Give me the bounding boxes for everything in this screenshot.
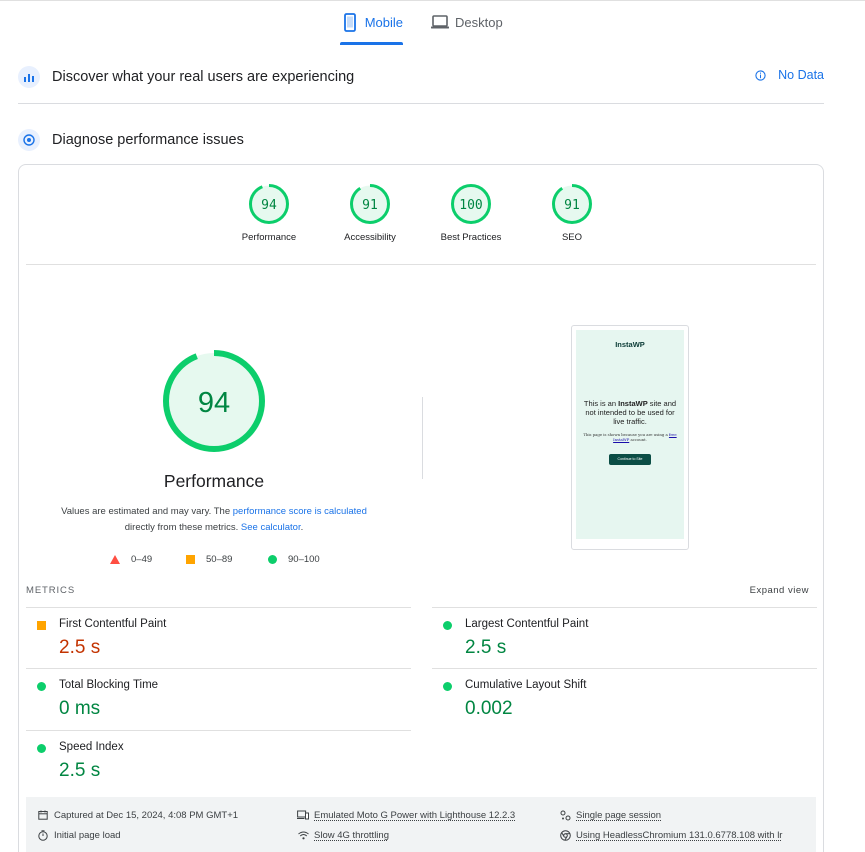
- performance-score-value: 94: [198, 387, 230, 419]
- square-icon: [186, 555, 195, 564]
- score-calculated-link[interactable]: performance score is calculated: [233, 506, 367, 517]
- good-circle-icon: [37, 682, 46, 691]
- legend-average: 50–89: [186, 554, 232, 565]
- vertical-separator: [422, 397, 423, 479]
- performance-title: Performance: [163, 471, 265, 491]
- device-tabs: Mobile Desktop: [0, 0, 865, 46]
- metric-tbt: Total Blocking Time 0 ms: [26, 668, 411, 730]
- legend-poor: 0–49: [110, 554, 152, 565]
- good-circle-icon: [443, 682, 452, 691]
- no-data-status[interactable]: No Data: [755, 68, 824, 82]
- screenshot-content: InstaWP This is an InstaWP site and not …: [576, 330, 684, 539]
- expand-view-toggle[interactable]: Expand view: [750, 585, 809, 596]
- good-circle-icon: [443, 621, 452, 630]
- gauge-best-practices[interactable]: 100 Best Practices: [426, 183, 516, 243]
- gauge-label: Performance: [241, 232, 297, 243]
- metric-label: Cumulative Layout Shift: [465, 679, 587, 691]
- section-divider: [18, 103, 824, 104]
- metric-value: 0.002: [465, 698, 513, 719]
- chrome-icon: [559, 829, 571, 841]
- performance-description: Values are estimated and may vary. The p…: [61, 506, 367, 533]
- gauge-label: Accessibility: [344, 232, 396, 243]
- metric-label: Speed Index: [59, 741, 124, 753]
- triangle-icon: [110, 555, 120, 564]
- metric-label: First Contentful Paint: [59, 618, 167, 630]
- info-icon: [755, 69, 766, 81]
- score-ring: 91: [350, 184, 390, 224]
- smartphone-icon: [340, 12, 360, 32]
- score-value: 91: [564, 198, 580, 213]
- gauge-seo[interactable]: 91 SEO: [527, 183, 617, 243]
- gauges-divider: [26, 264, 816, 265]
- gauge-label: SEO: [561, 232, 583, 243]
- continue-to-site-button: Continue to Site: [609, 454, 651, 465]
- see-calculator-link[interactable]: See calculator: [241, 522, 301, 533]
- metric-fcp: First Contentful Paint 2.5 s: [26, 607, 411, 669]
- metric-value: 2.5 s: [465, 637, 507, 658]
- wifi-icon: [297, 829, 309, 841]
- legend-good: 90–100: [268, 554, 320, 565]
- tab-mobile-label: Mobile: [364, 15, 403, 30]
- metric-lcp: Largest Contentful Paint 2.5 s: [432, 607, 817, 669]
- devices-icon: [297, 809, 309, 821]
- diagnose-section-title: Diagnose performance issues: [52, 132, 244, 148]
- metrics-header: METRICS: [26, 585, 76, 596]
- calendar-icon: [37, 809, 49, 821]
- page-session[interactable]: Single page session: [559, 809, 661, 821]
- score-ring: 100: [451, 184, 491, 224]
- metric-value: 2.5 s: [59, 637, 101, 658]
- metric-value: 2.5 s: [59, 760, 101, 781]
- circle-icon: [268, 555, 277, 564]
- tab-desktop[interactable]: Desktop: [430, 12, 510, 46]
- gauge-accessibility[interactable]: 91 Accessibility: [325, 183, 415, 243]
- metric-speed-index: Speed Index 2.5 s: [26, 730, 411, 792]
- score-ring: 91: [552, 184, 592, 224]
- diagnose-icon: [18, 129, 40, 151]
- score-value: 94: [261, 198, 277, 213]
- lighthouse-report-card: 94 Performance 91 Accessibility 100 Best…: [18, 164, 824, 852]
- tab-desktop-label: Desktop: [455, 15, 503, 30]
- metric-label: Total Blocking Time: [59, 679, 159, 691]
- crux-section-header[interactable]: Discover what your real users are experi…: [18, 64, 824, 90]
- gauge-label: Best Practices: [440, 232, 502, 243]
- network-throttling[interactable]: Slow 4G throttling: [297, 829, 389, 841]
- metric-value: 0 ms: [59, 698, 101, 719]
- timer-icon: [37, 829, 49, 841]
- users-chart-icon: [18, 66, 40, 88]
- crux-section-title: Discover what your real users are experi…: [52, 69, 355, 85]
- gauge-performance[interactable]: 94 Performance: [224, 183, 314, 243]
- tab-mobile[interactable]: Mobile: [340, 12, 403, 46]
- score-value: 91: [362, 198, 378, 213]
- metric-label: Largest Contentful Paint: [465, 618, 589, 630]
- no-data-label: No Data: [778, 68, 824, 82]
- category-scores: 94 Performance 91 Accessibility 100 Best…: [19, 183, 823, 253]
- good-circle-icon: [37, 744, 46, 753]
- performance-score-gauge: 94: [163, 350, 265, 452]
- runtime-settings: Captured at Dec 15, 2024, 4:08 PM GMT+1 …: [26, 797, 816, 852]
- average-square-icon: [37, 621, 46, 630]
- emulated-device[interactable]: Emulated Moto G Power with Lighthouse 12…: [297, 809, 515, 821]
- active-tab-indicator: [340, 42, 403, 45]
- final-screenshot[interactable]: InstaWP This is an InstaWP site and not …: [571, 325, 689, 550]
- laptop-icon: [430, 12, 450, 32]
- initial-page-load: Initial page load: [37, 829, 121, 841]
- browser-version[interactable]: Using HeadlessChromium 131.0.6778.108 wi…: [559, 829, 782, 841]
- screenshot-note: This page is shown because you are using…: [583, 432, 677, 442]
- score-value: 100: [459, 198, 482, 213]
- instawp-logo: InstaWP: [615, 340, 645, 349]
- diagnose-section-header: Diagnose performance issues: [18, 127, 824, 153]
- screenshot-heading: This is an InstaWP site and not intended…: [583, 399, 677, 426]
- captured-at: Captured at Dec 15, 2024, 4:08 PM GMT+1: [37, 809, 238, 821]
- session-icon: [559, 809, 571, 821]
- score-ring: 94: [249, 184, 289, 224]
- metric-cls: Cumulative Layout Shift 0.002: [432, 668, 817, 730]
